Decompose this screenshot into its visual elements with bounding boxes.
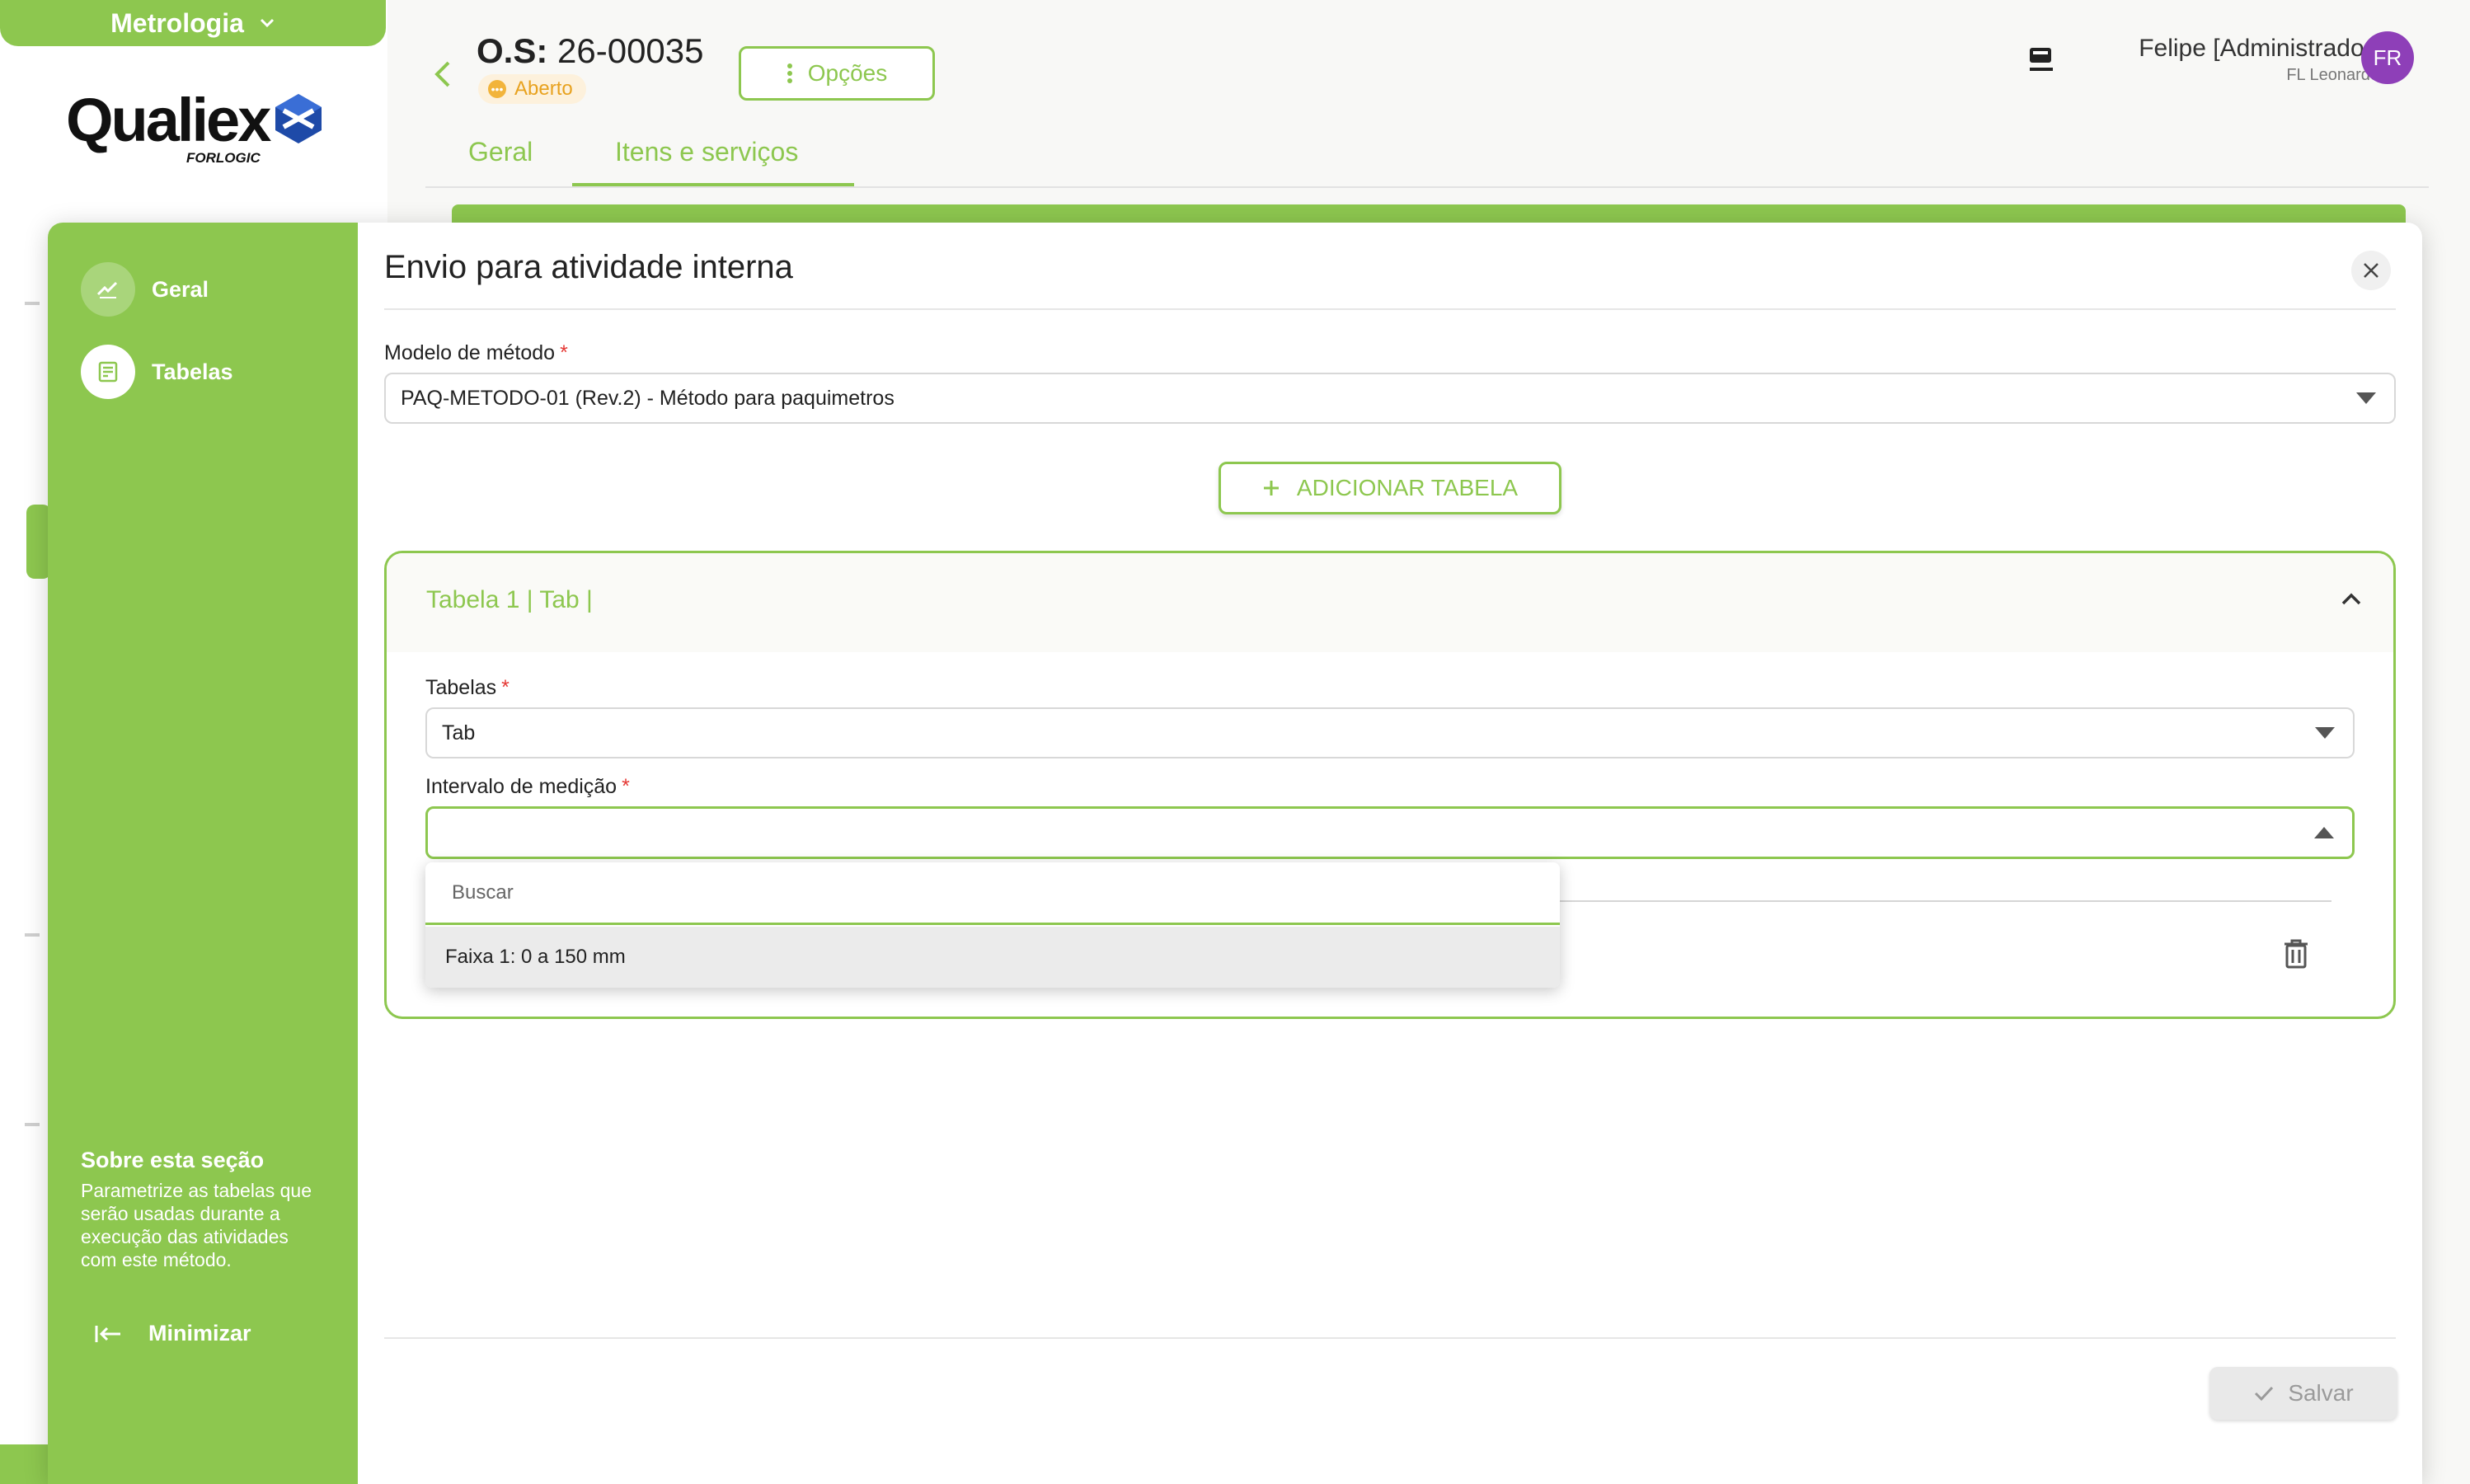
table-check-icon [81, 345, 135, 399]
order-number: 26-00035 [557, 31, 704, 70]
page-title: O.S: 26-00035 [477, 31, 704, 71]
add-table-label: ADICIONAR TABELA [1296, 475, 1519, 500]
tab-itens-servicos[interactable]: Itens e serviços [615, 137, 798, 167]
tables-select[interactable]: Tab [425, 707, 2355, 758]
chevron-down-icon [260, 18, 274, 28]
dropdown-search-input[interactable]: Buscar [425, 862, 1560, 925]
chevron-up-icon[interactable] [2341, 591, 2362, 606]
dropdown-caret-up-icon [2314, 827, 2334, 838]
side-nav-item-geral[interactable]: Geral [81, 262, 209, 317]
back-chevron-icon[interactable] [430, 58, 455, 91]
side-nav-label: Geral [152, 276, 209, 302]
tab-geral[interactable]: Geral [468, 137, 533, 167]
options-button[interactable]: Opções [739, 46, 935, 101]
options-label: Opções [807, 60, 888, 86]
side-nav-item-tabelas[interactable]: Tabelas [81, 345, 233, 399]
method-model-select[interactable]: PAQ-METODO-01 (Rev.2) - Método para paqu… [384, 373, 2396, 424]
module-switcher[interactable]: Metrologia [0, 0, 386, 46]
about-section-title: Sobre esta seção [81, 1148, 265, 1172]
avatar[interactable]: FR [2361, 31, 2414, 84]
save-button[interactable]: Salvar [2209, 1367, 2397, 1420]
divider [1557, 900, 2331, 902]
status-label: Aberto [514, 77, 573, 100]
side-nav-label: Tabelas [152, 359, 233, 384]
interval-label: Intervalo de medição * [425, 775, 630, 799]
more-vert-icon [787, 63, 792, 83]
divider [25, 302, 40, 305]
tables-value: Tab [442, 721, 476, 744]
header-divider [425, 186, 2429, 188]
logo-text: Qualiex [66, 86, 271, 154]
minimize-label: Minimizar [148, 1321, 251, 1345]
tables-label: Tabelas * [425, 676, 509, 700]
footer-bar [0, 1444, 49, 1484]
required-asterisk: * [501, 676, 509, 699]
status-dots-icon: ••• [488, 80, 506, 98]
table-card-header[interactable]: Tabela 1 | Tab | [387, 553, 2393, 652]
close-icon [2364, 263, 2378, 278]
method-model-value: PAQ-METODO-01 (Rev.2) - Método para paqu… [401, 386, 895, 410]
minimize-button[interactable]: Minimizar [94, 1321, 251, 1346]
label-text: Tabelas [425, 676, 497, 699]
interval-select[interactable] [425, 806, 2355, 859]
divider [25, 1123, 40, 1126]
user-name: Felipe [Administrador] [2139, 35, 2379, 62]
modal-title: Envio para atividade interna [384, 249, 793, 285]
required-asterisk: * [622, 775, 630, 798]
dropdown-option[interactable]: Faixa 1: 0 a 150 mm [425, 927, 1560, 988]
dropdown-caret-icon [2356, 392, 2376, 404]
internal-activity-modal: Geral Tabelas Sobre esta seção Parametri… [48, 223, 2422, 1484]
check-icon [2255, 1386, 2274, 1402]
logo-subtext: FORLOGIC [186, 150, 261, 166]
interval-dropdown: Buscar Faixa 1: 0 a 150 mm [425, 862, 1560, 988]
divider [25, 933, 40, 937]
edit-check-icon [81, 262, 135, 317]
required-asterisk: * [560, 341, 568, 364]
add-table-button[interactable]: ADICIONAR TABELA [1219, 462, 1561, 514]
dropdown-caret-icon [2315, 727, 2335, 739]
divider [384, 308, 2396, 310]
method-model-label: Modelo de método * [384, 341, 568, 365]
modal-side-nav: Geral Tabelas Sobre esta seção Parametri… [48, 223, 358, 1484]
logo-mark-icon [275, 94, 322, 143]
title-prefix: O.S: [477, 31, 548, 70]
module-label: Metrologia [110, 7, 244, 38]
divider [384, 1337, 2396, 1339]
close-button[interactable] [2351, 251, 2391, 290]
save-label: Salvar [2288, 1380, 2354, 1406]
plus-icon [1263, 481, 1279, 495]
status-badge: ••• Aberto [478, 74, 586, 104]
label-text: Modelo de método [384, 341, 556, 364]
qualiex-logo: Qualiex FORLOGIC [66, 86, 325, 166]
collapse-left-icon [95, 1325, 120, 1342]
trash-icon[interactable] [2282, 938, 2310, 970]
table-card-title: Tabela 1 | Tab | [426, 586, 593, 613]
coffee-cup-icon[interactable] [2025, 43, 2058, 76]
label-text: Intervalo de medição [425, 775, 618, 798]
about-section-text: Parametrize as tabelas que serão usadas … [81, 1180, 312, 1270]
